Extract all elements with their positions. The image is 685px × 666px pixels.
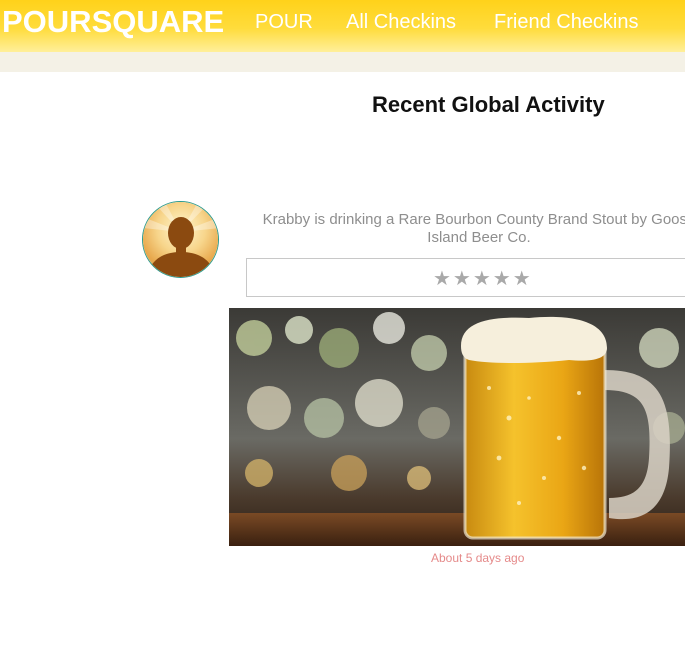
sub-header-bar: [0, 52, 685, 72]
nav-all-checkins[interactable]: All Checkins: [346, 11, 456, 34]
nav-pour[interactable]: POUR: [255, 11, 313, 34]
beer-mug-photo-icon: [229, 308, 685, 546]
star-rating[interactable]: ★★★★★: [433, 266, 533, 291]
brand-logo[interactable]: POURSQUARE: [2, 4, 224, 40]
checkin-timestamp: About 5 days ago: [431, 551, 525, 565]
nav-friend-checkins[interactable]: Friend Checkins: [494, 11, 639, 34]
top-nav-bar: POURSQUARE POUR All Checkins Friend Chec…: [0, 0, 685, 52]
default-user-icon: [143, 202, 218, 277]
page-title: Recent Global Activity: [372, 92, 605, 117]
checkin-photo[interactable]: [229, 308, 685, 546]
checkin-description: Krabby is drinking a Rare Bourbon County…: [262, 211, 685, 246]
user-avatar[interactable]: [142, 201, 219, 278]
rating-box[interactable]: ★★★★★: [246, 258, 685, 297]
